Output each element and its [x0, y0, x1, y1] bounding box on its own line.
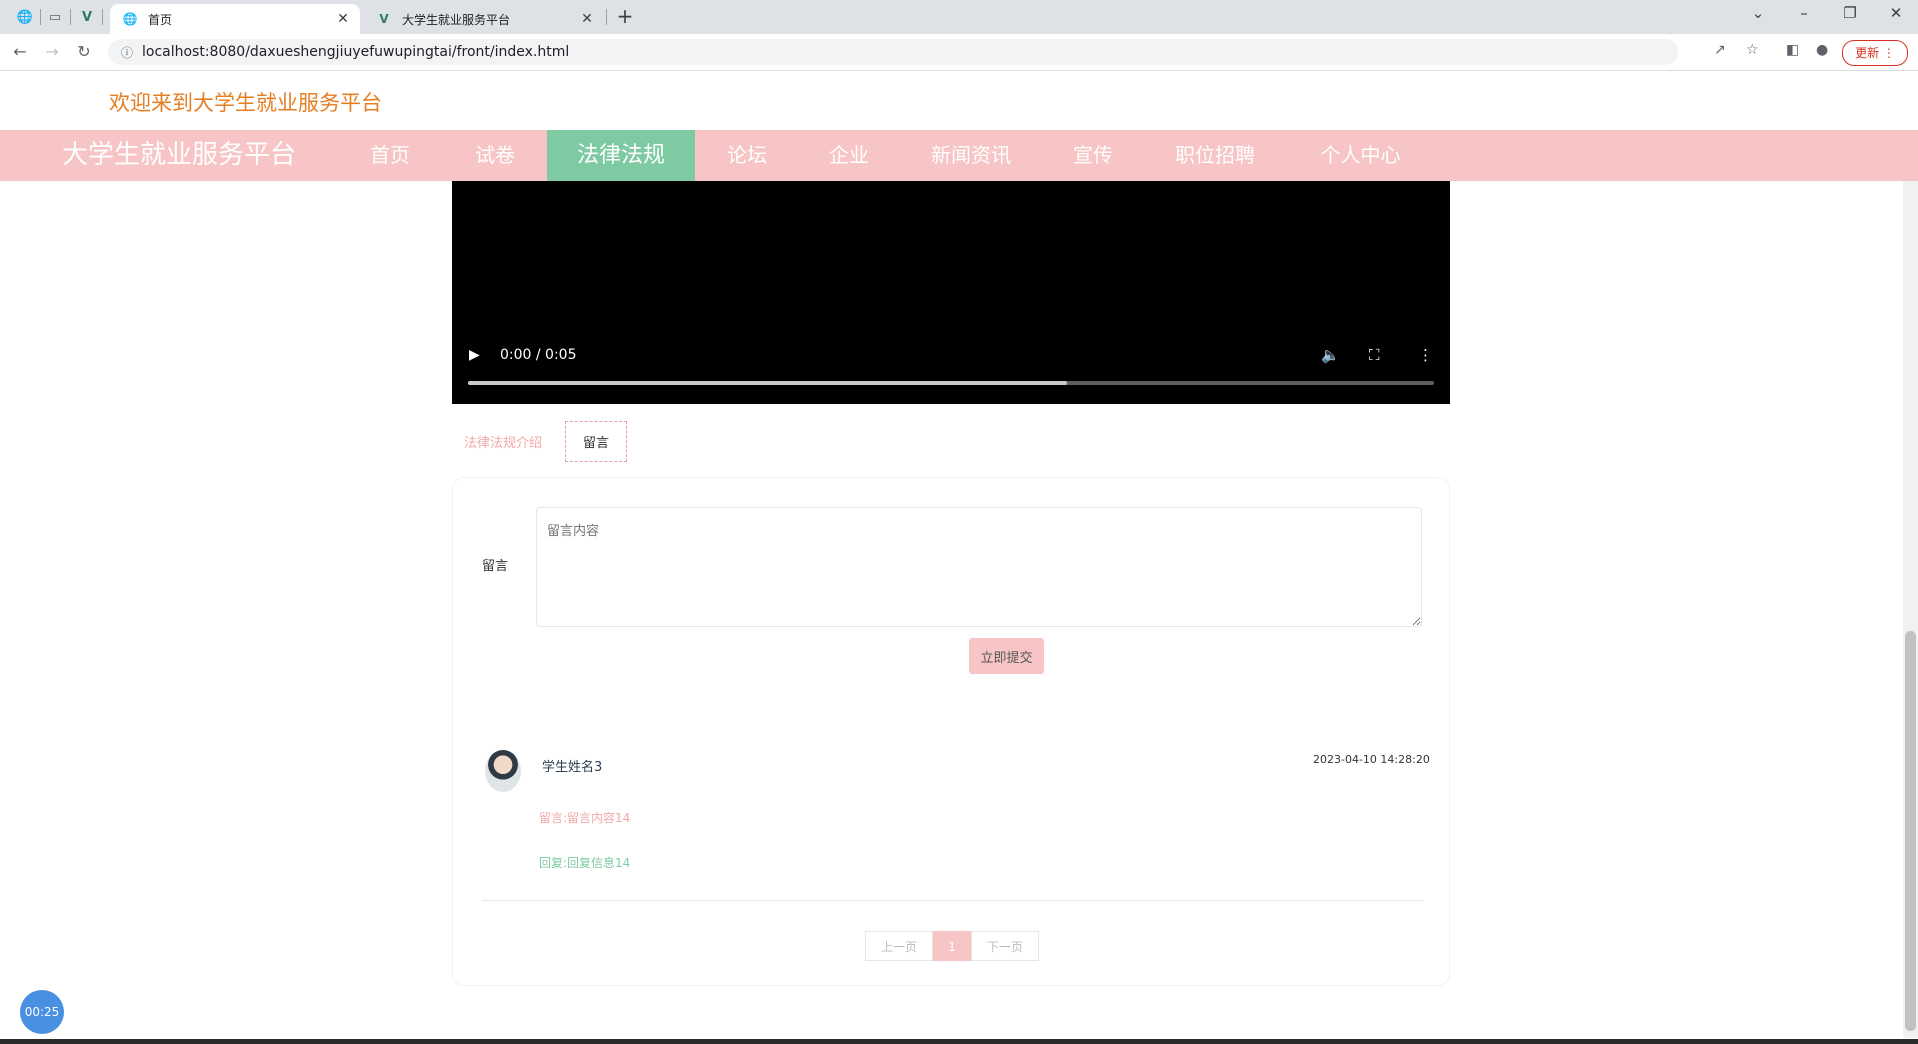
comment-divider: [482, 900, 1423, 901]
comment-label: 留言: [482, 559, 509, 574]
nav-profile[interactable]: 个人中心: [1303, 130, 1418, 181]
submit-button[interactable]: 立即提交: [969, 638, 1044, 674]
reload-icon[interactable]: ↻: [72, 40, 96, 64]
new-tab-button[interactable]: +: [612, 6, 638, 28]
minimize-icon[interactable]: –: [1784, 4, 1824, 22]
scrollbar-thumb[interactable]: [1905, 631, 1916, 1031]
nav-company[interactable]: 企业: [809, 130, 889, 181]
recording-timer[interactable]: 00:25: [20, 990, 64, 1034]
nav-exam[interactable]: 试卷: [455, 130, 535, 181]
restore-icon[interactable]: ❐: [1830, 4, 1870, 22]
browser-tab-platform[interactable]: V 大学生就业服务平台 ✕: [364, 4, 604, 34]
comment-input[interactable]: [536, 507, 1422, 627]
browser-update-button[interactable]: 更新 ⋮: [1842, 40, 1908, 66]
prev-page-button[interactable]: 上一页: [865, 931, 933, 961]
tab-comments[interactable]: 留言: [565, 421, 627, 462]
site-brand: 大学生就业服务平台: [62, 140, 297, 170]
back-arrow-icon[interactable]: ←: [8, 40, 32, 64]
side-panel-icon[interactable]: ◧: [1786, 42, 1799, 58]
update-label: 更新: [1855, 46, 1880, 60]
fullscreen-icon[interactable]: ⛶: [1369, 346, 1380, 364]
more-options-icon[interactable]: ⋮: [1418, 346, 1433, 364]
video-time: 0:00 / 0:05: [500, 347, 577, 363]
main-navbar: 大学生就业服务平台 首页 试卷 法律法规 论坛 企业 新闻资讯 宣传 职位招聘 …: [0, 130, 1918, 181]
video-progress-track[interactable]: [468, 381, 1434, 385]
tab-separator: [606, 9, 607, 25]
video-buffer-bar: [468, 381, 1067, 385]
window-close-icon[interactable]: ✕: [1876, 4, 1916, 22]
nav-law[interactable]: 法律法规: [547, 130, 695, 181]
nav-promotion[interactable]: 宣传: [1053, 130, 1133, 181]
url-field[interactable]: ⓘ localhost:8080/daxueshengjiuyefuwuping…: [108, 39, 1678, 65]
profile-avatar-icon[interactable]: ●: [1816, 42, 1828, 58]
comment-message: 留言:留言内容14: [539, 811, 631, 825]
tab-search-chevron-icon[interactable]: ⌄: [1738, 4, 1778, 22]
vue-logo-icon: V: [379, 12, 389, 26]
globe-icon[interactable]: 🌐: [14, 6, 36, 28]
nav-news[interactable]: 新闻资讯: [916, 130, 1026, 181]
url-text: localhost:8080/daxueshengjiuyefuwupingta…: [142, 44, 570, 60]
volume-icon[interactable]: 🔈: [1321, 346, 1340, 364]
info-icon[interactable]: ⓘ: [118, 44, 136, 61]
tab-separator: [70, 9, 71, 25]
globe-icon: 🌐: [122, 12, 138, 26]
bookmark-star-icon[interactable]: ☆: [1746, 42, 1759, 58]
page-1-button[interactable]: 1: [933, 931, 971, 961]
browser-tab-home[interactable]: 🌐 首页 ✕: [110, 4, 360, 34]
nav-jobs[interactable]: 职位招聘: [1160, 130, 1270, 181]
share-icon[interactable]: ↗: [1714, 42, 1726, 58]
taskbar-edge: [0, 1039, 1918, 1044]
pagination: 上一页 1 下一页: [865, 931, 1039, 961]
next-page-button[interactable]: 下一页: [971, 931, 1039, 961]
comment-reply: 回复:回复信息14: [539, 856, 631, 870]
page-scrollbar[interactable]: [1903, 181, 1918, 1038]
play-icon[interactable]: ▶: [469, 347, 480, 363]
video-player[interactable]: ▶ 0:00 / 0:05 🔈 ⛶ ⋮: [452, 181, 1450, 404]
address-bar: ← → ↻ ⓘ localhost:8080/daxueshengjiuyefu…: [0, 34, 1918, 71]
welcome-text: 欢迎来到大学生就业服务平台: [109, 91, 382, 115]
tab-separator: [102, 9, 103, 25]
forward-arrow-icon[interactable]: →: [40, 40, 64, 64]
close-icon[interactable]: ✕: [578, 11, 596, 27]
close-icon[interactable]: ✕: [334, 11, 352, 27]
browser-tab-strip: 🌐 ▭ V 🌐 首页 ✕ V 大学生就业服务平台 ✕ + ⌄ – ❐ ✕: [0, 0, 1918, 34]
tab-title: 大学生就业服务平台: [402, 12, 511, 27]
avatar: [485, 750, 521, 792]
nav-forum[interactable]: 论坛: [707, 130, 787, 181]
blank-tab-icon[interactable]: ▭: [44, 6, 66, 28]
tab-separator: [40, 9, 41, 25]
nav-home[interactable]: 首页: [350, 130, 430, 181]
tab-title: 首页: [148, 12, 173, 27]
comment-timestamp: 2023-04-10 14:28:20: [1313, 753, 1430, 766]
comment-username: 学生姓名3: [542, 760, 603, 775]
vue-logo-icon[interactable]: V: [76, 6, 98, 28]
tab-law-intro[interactable]: 法律法规介绍: [464, 432, 542, 451]
